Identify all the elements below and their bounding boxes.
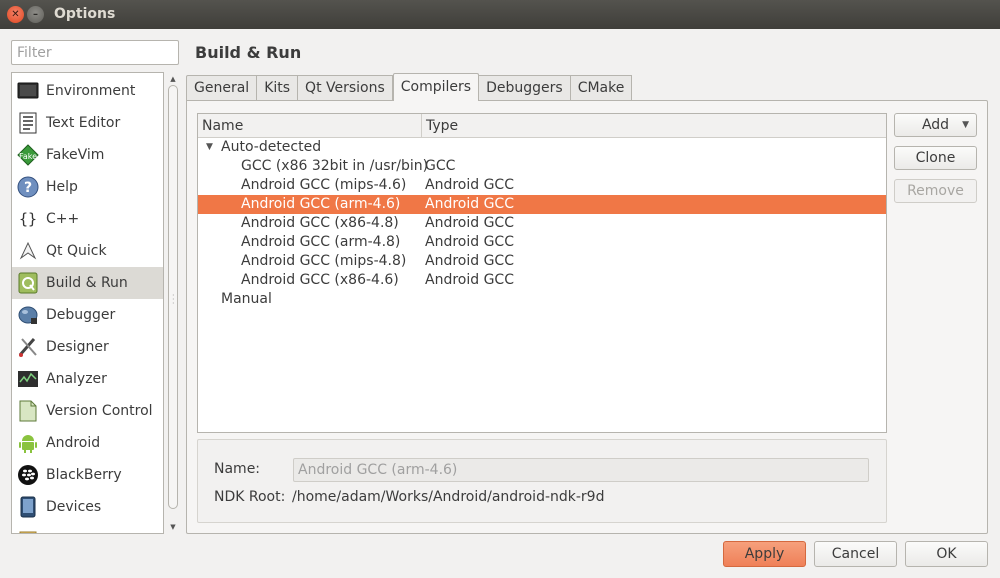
tree-header: Name Type [198,114,886,138]
svg-text:Fake: Fake [19,152,37,161]
cpp-braces-icon: {} [17,208,39,230]
category-item-debugger[interactable]: Debugger [12,299,163,331]
tab-general[interactable]: General [186,75,258,101]
grip-icon: · · · [172,291,175,308]
android-icon [17,432,39,454]
scroll-down-arrow-icon[interactable]: ▼ [168,522,178,532]
scrollbar-thumb[interactable]: · · · [168,85,178,509]
expand-arrow-icon[interactable]: ▼ [206,138,213,157]
category-item-help[interactable]: ? Help [12,171,163,203]
category-item-blackberry[interactable]: BlackBerry [12,459,163,491]
table-row[interactable]: Android GCC (x86-4.8) Android GCC [198,214,886,233]
column-header-type[interactable]: Type [422,114,458,138]
table-row[interactable]: Android GCC (arm-4.8) Android GCC [198,233,886,252]
category-item-build-run[interactable]: Build & Run [12,267,163,299]
category-item-devices[interactable]: Devices [12,491,163,523]
tree-group-manual[interactable]: Manual [198,290,886,309]
category-list: Environment Text Editor Fake FakeVim ? H… [11,72,164,534]
add-button[interactable]: Add ▼ [894,113,977,137]
clone-button[interactable]: Clone [894,146,977,170]
debugger-icon [17,304,39,326]
category-item-android[interactable]: Android [12,427,163,459]
svg-text:?: ? [24,180,32,196]
tab-kits[interactable]: Kits [257,75,299,101]
category-item-analyzer[interactable]: Analyzer [12,363,163,395]
name-field[interactable]: Android GCC (arm-4.6) [293,458,869,482]
analyzer-icon [17,368,39,390]
table-row[interactable]: Android GCC (mips-4.8) Android GCC [198,252,886,271]
fakevim-icon: Fake [17,144,39,166]
devices-icon [17,496,39,518]
tab-bar: General Kits Qt Versions Compilers Debug… [186,73,633,101]
category-item-text-editor[interactable]: Text Editor [12,107,163,139]
dropdown-arrow-icon: ▼ [962,120,969,130]
compiler-tree: Name Type ▼ Auto-detected GCC (x86 32bit… [197,113,887,433]
ndk-root-value: /home/adam/Works/Android/android-ndk-r9d [292,489,605,505]
table-row[interactable]: Android GCC (mips-4.6) Android GCC [198,176,886,195]
category-scrollbar[interactable]: ▲ · · · ▼ [166,72,180,534]
title-bar: ✕ – Options [0,0,1000,29]
name-label: Name: [214,461,261,477]
help-icon: ? [17,176,39,198]
build-run-icon [17,272,39,294]
filter-input[interactable] [11,40,179,65]
cancel-button[interactable]: Cancel [814,541,897,567]
ok-button[interactable]: OK [905,541,988,567]
text-editor-icon [17,112,39,134]
category-item-designer[interactable]: Designer [12,331,163,363]
category-item-version-control[interactable]: Version Control [12,395,163,427]
table-row[interactable]: GCC (x86 32bit in /usr/bin) GCC [198,157,886,176]
version-control-icon [17,400,39,422]
column-header-name[interactable]: Name [198,114,422,138]
category-item-qt-quick[interactable]: Qt Quick [12,235,163,267]
window-title: Options [54,6,116,22]
scroll-up-arrow-icon[interactable]: ▲ [168,74,178,84]
monitor-icon [17,80,39,102]
tab-debuggers[interactable]: Debuggers [479,75,571,101]
apply-button[interactable]: Apply [723,541,806,567]
ndk-root-label: NDK Root: [214,489,286,505]
tab-compilers[interactable]: Compilers [392,73,480,101]
window-minimize-button[interactable]: – [27,6,44,23]
category-item-environment[interactable]: Environment [12,75,163,107]
svg-text:{}: {} [19,210,37,228]
category-item-cpp[interactable]: {} C++ [12,203,163,235]
category-item-partial [12,523,163,533]
folder-icon [17,528,39,533]
remove-button[interactable]: Remove [894,179,977,203]
table-row[interactable]: Android GCC (x86-4.6) Android GCC [198,271,886,290]
designer-icon [17,336,39,358]
qt-quick-icon [17,240,39,262]
table-row-selected[interactable]: Android GCC (arm-4.6) Android GCC [198,195,886,214]
tab-cmake[interactable]: CMake [570,75,633,101]
window-close-button[interactable]: ✕ [7,6,24,23]
tree-group-auto-detected[interactable]: ▼ Auto-detected [198,138,886,157]
tab-qt-versions[interactable]: Qt Versions [298,75,393,101]
page-title: Build & Run [195,43,302,62]
blackberry-icon [17,464,39,486]
category-item-fakevim[interactable]: Fake FakeVim [12,139,163,171]
